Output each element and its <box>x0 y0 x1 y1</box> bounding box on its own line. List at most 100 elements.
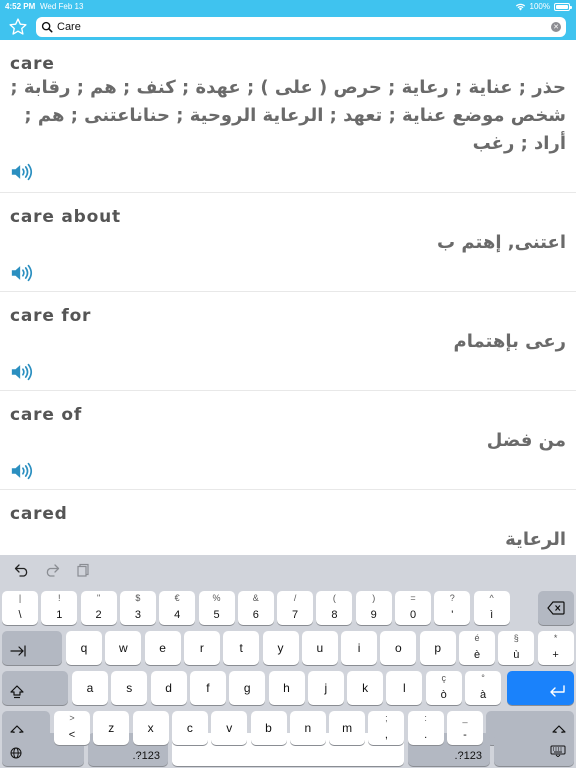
key-secondary-label: | <box>18 593 22 603</box>
speaker-icon[interactable] <box>10 461 34 481</box>
undo-icon[interactable] <box>14 563 30 577</box>
key-numbers-1[interactable]: ! 1 <box>41 591 78 625</box>
key-primary-label: < <box>68 729 76 741</box>
key-label: s <box>126 681 133 695</box>
tab-key[interactable] <box>2 631 62 665</box>
speaker-icon[interactable] <box>10 263 34 283</box>
key-qwerty-10[interactable]: éè <box>459 631 495 665</box>
keyboard-dismiss-key[interactable] <box>494 733 574 766</box>
key-primary-label: 3 <box>134 609 141 621</box>
numbers-key-label: .?123 <box>132 750 160 762</box>
key-asdf-1[interactable]: s <box>111 671 148 705</box>
key-zxcv-0[interactable]: > < <box>54 711 90 745</box>
key-label: k <box>362 681 369 695</box>
entry-translation: رعى بإهتمام <box>453 331 567 352</box>
key-numbers-6[interactable]: & 6 <box>237 591 274 625</box>
key-qwerty-2[interactable]: e <box>144 631 181 665</box>
key-secondary-label: _ <box>462 713 468 723</box>
tab-icon <box>10 645 26 657</box>
search-icon <box>41 21 53 33</box>
key-asdf-2[interactable]: d <box>150 671 187 705</box>
list-item[interactable]: care about اعتنى, إهتم ب <box>0 193 576 292</box>
list-item[interactable]: care for رعى بإهتمام <box>0 292 576 391</box>
key-secondary-label: % <box>212 593 221 603</box>
key-primary-label: 6 <box>252 609 259 621</box>
key-numbers-8[interactable]: (8 <box>316 591 353 625</box>
key-primary-label: 1 <box>56 609 63 621</box>
status-indicators: 100% <box>515 2 572 11</box>
key-numbers-2[interactable]: " 2 <box>80 591 117 625</box>
key-qwerty-3[interactable]: r <box>183 631 220 665</box>
key-secondary-label: $ <box>135 593 141 603</box>
list-item[interactable]: cared الرعاية <box>0 490 576 555</box>
key-zxcv-5[interactable]: b <box>250 711 287 745</box>
key-asdf-4[interactable]: g <box>229 671 266 705</box>
key-numbers-0[interactable]: | \ <box>2 591 38 625</box>
delete-key[interactable] <box>538 591 574 625</box>
key-numbers-4[interactable]: €4 <box>159 591 196 625</box>
key-label: o <box>395 641 402 655</box>
speaker-icon[interactable] <box>10 162 34 182</box>
entry-translation: من فضل <box>486 430 566 451</box>
key-numbers-10[interactable]: = 0 <box>395 591 431 625</box>
key-label: v <box>226 721 233 735</box>
key-numbers-11[interactable]: ? ' <box>434 591 471 625</box>
key-asdf-8[interactable]: l <box>386 671 423 705</box>
entry-translation: حذر ; عناية ; رعاية ; حرص ( على ) ; عهدة… <box>10 77 566 154</box>
key-qwerty-11[interactable]: § ù <box>498 631 535 665</box>
key-secondary-label: * <box>553 633 558 643</box>
key-asdf-10[interactable]: ° à <box>465 671 501 705</box>
key-numbers-12[interactable]: ^ ì <box>473 591 510 625</box>
key-qwerty-4[interactable]: t <box>223 631 260 665</box>
key-primary-label: \ <box>18 609 22 621</box>
key-numbers-3[interactable]: $3 <box>119 591 156 625</box>
key-qwerty-8[interactable]: o <box>380 631 417 665</box>
key-qwerty-9[interactable]: p <box>419 631 456 665</box>
key-numbers-7[interactable]: /7 <box>277 591 314 625</box>
speaker-icon[interactable] <box>10 362 34 382</box>
key-label: l <box>403 681 406 695</box>
key-qwerty-7[interactable]: i <box>341 631 378 665</box>
paste-icon[interactable] <box>76 563 92 577</box>
key-primary-label: è <box>473 649 481 661</box>
key-numbers-5[interactable]: % 5 <box>198 591 235 625</box>
key-asdf-0[interactable]: a <box>72 671 108 705</box>
return-key[interactable] <box>507 671 574 705</box>
key-qwerty-0[interactable]: q <box>66 631 102 665</box>
key-asdf-6[interactable]: j <box>307 671 344 705</box>
entry-translation: الرعاية <box>505 529 566 550</box>
key-zxcv-1[interactable]: z <box>93 711 130 745</box>
clear-icon[interactable]: ✕ <box>551 22 561 32</box>
battery-icon <box>554 2 572 11</box>
key-zxcv-10[interactable]: _ - <box>447 711 483 745</box>
key-asdf-9[interactable]: çò <box>425 671 462 705</box>
key-zxcv-7[interactable]: m <box>329 711 366 745</box>
key-zxcv-6[interactable]: n <box>289 711 326 745</box>
key-primary-label: - <box>463 729 467 741</box>
list-item[interactable]: care حذر ; عناية ; رعاية ; حرص ( على ) ;… <box>0 40 576 193</box>
key-zxcv-4[interactable]: v <box>211 711 248 745</box>
key-qwerty-5[interactable]: y <box>262 631 299 665</box>
key-zxcv-2[interactable]: x <box>132 711 169 745</box>
caps-lock-key[interactable] <box>2 671 68 705</box>
redo-icon[interactable] <box>44 563 60 577</box>
list-item[interactable]: care of من فضل <box>0 391 576 490</box>
key-asdf-5[interactable]: h <box>268 671 305 705</box>
key-primary-label: ì <box>490 609 494 621</box>
key-qwerty-12[interactable]: * + <box>537 631 574 665</box>
results-list: care حذر ; عناية ; رعاية ; حرص ( على ) ;… <box>0 40 576 555</box>
entry-term: care about <box>10 207 121 227</box>
key-zxcv-8[interactable]: ;, <box>368 711 405 745</box>
favorites-button[interactable] <box>8 17 28 37</box>
key-qwerty-6[interactable]: u <box>301 631 338 665</box>
key-numbers-9[interactable]: ) 9 <box>355 591 392 625</box>
entry-term: care <box>10 54 55 74</box>
key-asdf-7[interactable]: k <box>347 671 384 705</box>
search-bar[interactable]: ✕ <box>36 17 566 37</box>
key-asdf-3[interactable]: f <box>189 671 226 705</box>
key-zxcv-3[interactable]: c <box>171 711 208 745</box>
status-bar: 4:52 PM Wed Feb 13 100% <box>0 0 576 14</box>
key-qwerty-1[interactable]: w <box>105 631 142 665</box>
search-input[interactable] <box>57 21 537 33</box>
key-zxcv-9[interactable]: :. <box>407 711 444 745</box>
